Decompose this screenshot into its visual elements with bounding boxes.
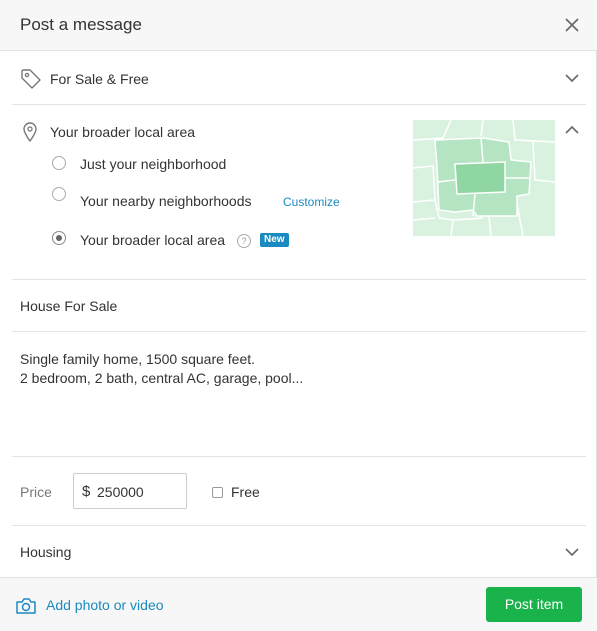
close-icon[interactable] <box>563 16 581 34</box>
divider <box>12 104 586 105</box>
divider <box>12 456 586 457</box>
audience-title: Your broader local area <box>50 124 196 140</box>
divider <box>12 331 586 332</box>
post-title-input[interactable]: House For Sale <box>20 298 117 314</box>
post-description-textarea[interactable]: Single family home, 1500 square feet. 2 … <box>20 350 560 388</box>
new-badge: New <box>260 233 289 247</box>
dialog-footer: Add photo or video Post item <box>0 577 597 631</box>
post-message-dialog: Post a message For Sale & Free Your broa… <box>0 0 597 631</box>
housing-selector[interactable] <box>12 526 586 576</box>
divider <box>12 279 586 280</box>
housing-label: Housing <box>20 544 72 560</box>
customize-link[interactable]: Customize <box>283 195 340 209</box>
price-label: Price <box>20 484 52 500</box>
dialog-header: Post a message <box>0 0 597 51</box>
help-icon[interactable]: ? <box>237 234 251 248</box>
radio-button[interactable] <box>52 156 66 170</box>
currency-symbol: $ <box>82 483 91 500</box>
location-pin-icon <box>23 122 37 143</box>
chevron-down-icon[interactable] <box>564 544 580 560</box>
free-label: Free <box>231 484 260 500</box>
radio-button[interactable] <box>52 187 66 201</box>
chevron-down-icon[interactable] <box>564 70 580 86</box>
dialog-title: Post a message <box>20 15 142 34</box>
radio-label: Just your neighborhood <box>80 156 227 172</box>
add-photo-link[interactable]: Add photo or video <box>46 597 164 613</box>
chevron-up-icon[interactable] <box>564 122 580 138</box>
radio-button-selected[interactable] <box>52 231 66 245</box>
post-item-button[interactable]: Post item <box>486 587 582 622</box>
tag-icon <box>21 69 41 89</box>
price-value: 250000 <box>97 484 144 500</box>
area-map-preview <box>413 120 555 236</box>
category-label: For Sale & Free <box>50 71 149 87</box>
category-selector[interactable]: For Sale & Free <box>12 52 586 104</box>
radio-label: Your nearby neighborhoods <box>80 193 252 209</box>
price-input[interactable]: $ 250000 <box>73 473 187 509</box>
radio-label: Your broader local area <box>80 232 226 248</box>
free-checkbox[interactable] <box>212 487 223 498</box>
camera-icon[interactable] <box>15 597 37 615</box>
